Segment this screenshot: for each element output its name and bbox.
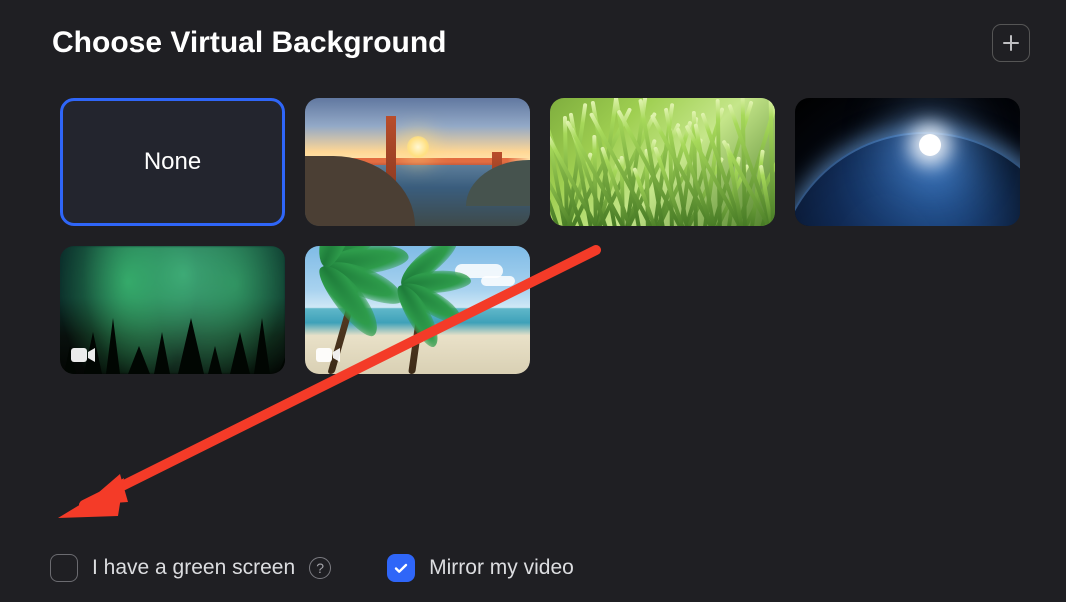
mirror-video-label: Mirror my video: [429, 556, 574, 580]
bg-option-earth[interactable]: [795, 98, 1020, 226]
add-background-button[interactable]: [992, 24, 1030, 62]
bg-option-golden-gate[interactable]: [305, 98, 530, 226]
video-camera-icon: [315, 346, 341, 364]
green-screen-label: I have a green screen: [92, 556, 295, 580]
green-screen-checkbox[interactable]: [50, 554, 78, 582]
bg-option-none[interactable]: None: [60, 98, 285, 226]
plus-icon: [1002, 34, 1020, 52]
help-icon: ?: [316, 560, 324, 576]
bg-option-aurora[interactable]: [60, 246, 285, 374]
bg-option-beach[interactable]: [305, 246, 530, 374]
video-camera-icon: [70, 346, 96, 364]
mirror-video-checkbox[interactable]: [387, 554, 415, 582]
green-screen-help[interactable]: ?: [309, 557, 331, 579]
background-grid: None: [0, 62, 1066, 374]
page-title: Choose Virtual Background: [52, 26, 447, 60]
bg-none-label: None: [144, 148, 201, 176]
check-icon: [393, 560, 409, 576]
bg-option-grass[interactable]: [550, 98, 775, 226]
options-row: I have a green screen ? Mirror my video: [0, 554, 1066, 582]
